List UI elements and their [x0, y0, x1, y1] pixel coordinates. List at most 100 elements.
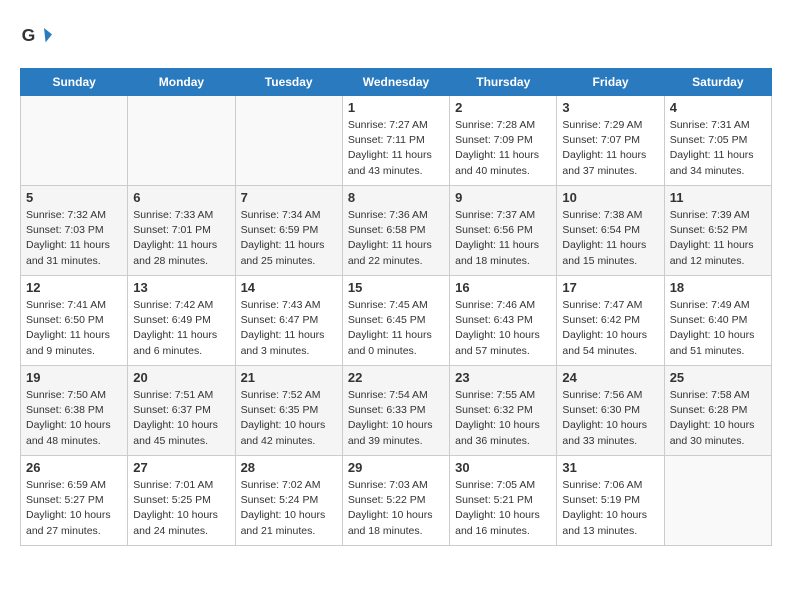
- day-cell: 24 Sunrise: 7:56 AM Sunset: 6:30 PM Dayli…: [557, 366, 664, 456]
- day-info: Sunrise: 7:50 AM Sunset: 6:38 PM Dayligh…: [26, 388, 122, 449]
- col-header-thursday: Thursday: [450, 69, 557, 96]
- day-cell: 16Sunrise: 7:46 AM Sunset: 6:43 PM Dayli…: [450, 276, 557, 366]
- day-info: Sunrise: 7:38 AM Sunset: 6:54 PM Dayligh…: [562, 208, 658, 269]
- day-cell: 6Sunrise: 7:33 AM Sunset: 7:01 PM Daylig…: [128, 186, 235, 276]
- day-cell: 14 Sunrise: 7:43 AM Sunset: 6:47 PM Dayli…: [235, 276, 342, 366]
- day-cell: 7 Sunrise: 7:34 AM Sunset: 6:59 PM Daylig…: [235, 186, 342, 276]
- day-cell: 18 Sunrise: 7:49 AM Sunset: 6:40 PM Dayli…: [664, 276, 771, 366]
- day-info: Sunrise: 7:33 AM Sunset: 7:01 PM Dayligh…: [133, 208, 229, 269]
- day-info: Sunrise: 7:01 AM Sunset: 5:25 PM Dayligh…: [133, 478, 229, 539]
- day-cell: 11Sunrise: 7:39 AM Sunset: 6:52 PM Dayli…: [664, 186, 771, 276]
- day-cell: [235, 96, 342, 186]
- col-header-tuesday: Tuesday: [235, 69, 342, 96]
- day-cell: 4 Sunrise: 7:31 AM Sunset: 7:05 PM Daylig…: [664, 96, 771, 186]
- day-cell: 8Sunrise: 7:36 AM Sunset: 6:58 PM Daylig…: [342, 186, 449, 276]
- day-info: Sunrise: 6:59 AM Sunset: 5:27 PM Dayligh…: [26, 478, 122, 539]
- day-cell: 20Sunrise: 7:51 AM Sunset: 6:37 PM Dayli…: [128, 366, 235, 456]
- day-cell: 10Sunrise: 7:38 AM Sunset: 6:54 PM Dayli…: [557, 186, 664, 276]
- day-number: 26: [26, 460, 122, 475]
- day-cell: 26 Sunrise: 6:59 AM Sunset: 5:27 PM Dayli…: [21, 456, 128, 546]
- day-number: 30: [455, 460, 551, 475]
- day-info: Sunrise: 7:34 AM Sunset: 6:59 PM Dayligh…: [241, 208, 337, 269]
- day-cell: [664, 456, 771, 546]
- page-header: G: [20, 20, 772, 52]
- day-cell: 15 Sunrise: 7:45 AM Sunset: 6:45 PM Dayli…: [342, 276, 449, 366]
- day-number: 20: [133, 370, 229, 385]
- day-info: Sunrise: 7:27 AM Sunset: 7:11 PM Dayligh…: [348, 118, 444, 179]
- day-cell: 30 Sunrise: 7:05 AM Sunset: 5:21 PM Dayli…: [450, 456, 557, 546]
- day-info: Sunrise: 7:56 AM Sunset: 6:30 PM Dayligh…: [562, 388, 658, 449]
- day-cell: 13 Sunrise: 7:42 AM Sunset: 6:49 PM Dayli…: [128, 276, 235, 366]
- day-cell: [21, 96, 128, 186]
- day-number: 18: [670, 280, 766, 295]
- day-cell: 25Sunrise: 7:58 AM Sunset: 6:28 PM Dayli…: [664, 366, 771, 456]
- day-cell: 9 Sunrise: 7:37 AM Sunset: 6:56 PM Daylig…: [450, 186, 557, 276]
- day-number: 22: [348, 370, 444, 385]
- day-info: Sunrise: 7:05 AM Sunset: 5:21 PM Dayligh…: [455, 478, 551, 539]
- day-info: Sunrise: 7:47 AM Sunset: 6:42 PM Dayligh…: [562, 298, 658, 359]
- day-cell: 21 Sunrise: 7:52 AM Sunset: 6:35 PM Dayli…: [235, 366, 342, 456]
- day-number: 17: [562, 280, 658, 295]
- day-cell: 19Sunrise: 7:50 AM Sunset: 6:38 PM Dayli…: [21, 366, 128, 456]
- week-row-2: 5 Sunrise: 7:32 AM Sunset: 7:03 PM Daylig…: [21, 186, 772, 276]
- day-cell: 27 Sunrise: 7:01 AM Sunset: 5:25 PM Dayli…: [128, 456, 235, 546]
- day-number: 28: [241, 460, 337, 475]
- day-number: 13: [133, 280, 229, 295]
- day-info: Sunrise: 7:54 AM Sunset: 6:33 PM Dayligh…: [348, 388, 444, 449]
- day-number: 29: [348, 460, 444, 475]
- day-number: 31: [562, 460, 658, 475]
- day-info: Sunrise: 7:31 AM Sunset: 7:05 PM Dayligh…: [670, 118, 766, 179]
- day-info: Sunrise: 7:52 AM Sunset: 6:35 PM Dayligh…: [241, 388, 337, 449]
- day-number: 14: [241, 280, 337, 295]
- day-cell: 29Sunrise: 7:03 AM Sunset: 5:22 PM Dayli…: [342, 456, 449, 546]
- col-header-wednesday: Wednesday: [342, 69, 449, 96]
- day-cell: 23 Sunrise: 7:55 AM Sunset: 6:32 PM Dayli…: [450, 366, 557, 456]
- day-number: 15: [348, 280, 444, 295]
- day-info: Sunrise: 7:45 AM Sunset: 6:45 PM Dayligh…: [348, 298, 444, 359]
- week-row-4: 19Sunrise: 7:50 AM Sunset: 6:38 PM Dayli…: [21, 366, 772, 456]
- day-info: Sunrise: 7:36 AM Sunset: 6:58 PM Dayligh…: [348, 208, 444, 269]
- day-number: 5: [26, 190, 122, 205]
- day-number: 9: [455, 190, 551, 205]
- day-cell: 2Sunrise: 7:28 AM Sunset: 7:09 PM Daylig…: [450, 96, 557, 186]
- day-cell: 17 Sunrise: 7:47 AM Sunset: 6:42 PM Dayli…: [557, 276, 664, 366]
- day-info: Sunrise: 7:58 AM Sunset: 6:28 PM Dayligh…: [670, 388, 766, 449]
- week-row-1: 1 Sunrise: 7:27 AM Sunset: 7:11 PM Daylig…: [21, 96, 772, 186]
- day-cell: 31Sunrise: 7:06 AM Sunset: 5:19 PM Dayli…: [557, 456, 664, 546]
- day-cell: 3Sunrise: 7:29 AM Sunset: 7:07 PM Daylig…: [557, 96, 664, 186]
- day-number: 24: [562, 370, 658, 385]
- svg-text:G: G: [22, 25, 36, 45]
- day-info: Sunrise: 7:41 AM Sunset: 6:50 PM Dayligh…: [26, 298, 122, 359]
- day-number: 2: [455, 100, 551, 115]
- day-info: Sunrise: 7:02 AM Sunset: 5:24 PM Dayligh…: [241, 478, 337, 539]
- day-cell: 12 Sunrise: 7:41 AM Sunset: 6:50 PM Dayli…: [21, 276, 128, 366]
- day-info: Sunrise: 7:29 AM Sunset: 7:07 PM Dayligh…: [562, 118, 658, 179]
- day-info: Sunrise: 7:43 AM Sunset: 6:47 PM Dayligh…: [241, 298, 337, 359]
- logo: G: [20, 20, 58, 52]
- day-number: 21: [241, 370, 337, 385]
- week-row-5: 26 Sunrise: 6:59 AM Sunset: 5:27 PM Dayli…: [21, 456, 772, 546]
- day-number: 23: [455, 370, 551, 385]
- day-info: Sunrise: 7:55 AM Sunset: 6:32 PM Dayligh…: [455, 388, 551, 449]
- day-info: Sunrise: 7:42 AM Sunset: 6:49 PM Dayligh…: [133, 298, 229, 359]
- col-header-sunday: Sunday: [21, 69, 128, 96]
- week-row-3: 12 Sunrise: 7:41 AM Sunset: 6:50 PM Dayli…: [21, 276, 772, 366]
- day-number: 27: [133, 460, 229, 475]
- logo-icon: G: [20, 20, 52, 52]
- day-cell: 1 Sunrise: 7:27 AM Sunset: 7:11 PM Daylig…: [342, 96, 449, 186]
- day-cell: 5 Sunrise: 7:32 AM Sunset: 7:03 PM Daylig…: [21, 186, 128, 276]
- col-header-monday: Monday: [128, 69, 235, 96]
- day-number: 4: [670, 100, 766, 115]
- day-number: 12: [26, 280, 122, 295]
- day-info: Sunrise: 7:37 AM Sunset: 6:56 PM Dayligh…: [455, 208, 551, 269]
- day-cell: [128, 96, 235, 186]
- day-number: 7: [241, 190, 337, 205]
- header-row: SundayMondayTuesdayWednesdayThursdayFrid…: [21, 69, 772, 96]
- day-number: 1: [348, 100, 444, 115]
- calendar-table: SundayMondayTuesdayWednesdayThursdayFrid…: [20, 68, 772, 546]
- day-info: Sunrise: 7:49 AM Sunset: 6:40 PM Dayligh…: [670, 298, 766, 359]
- day-info: Sunrise: 7:32 AM Sunset: 7:03 PM Dayligh…: [26, 208, 122, 269]
- col-header-saturday: Saturday: [664, 69, 771, 96]
- day-number: 11: [670, 190, 766, 205]
- day-cell: 22 Sunrise: 7:54 AM Sunset: 6:33 PM Dayli…: [342, 366, 449, 456]
